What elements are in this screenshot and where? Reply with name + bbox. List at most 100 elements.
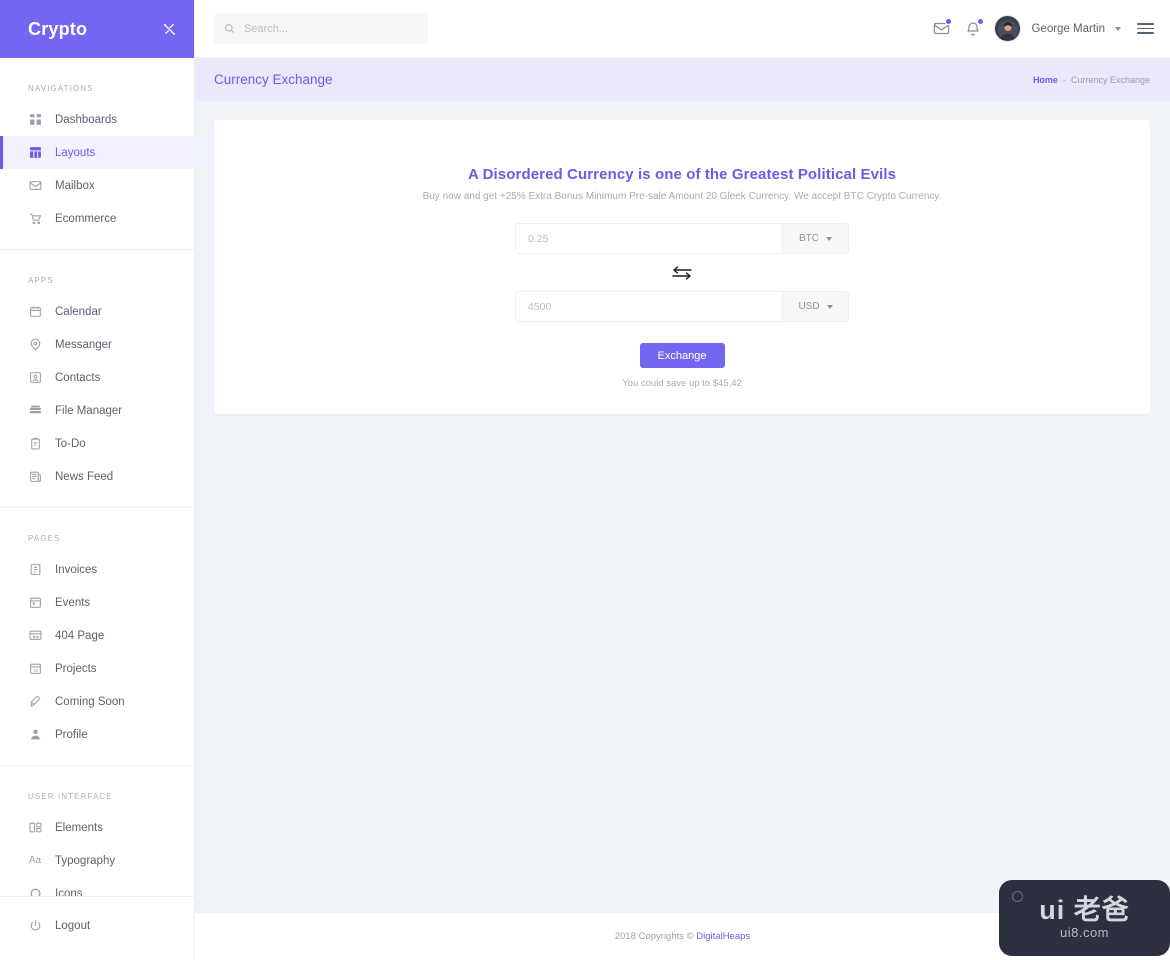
sidebar-item-404-page[interactable]: 404 Page	[0, 619, 194, 652]
sidebar-item-label: Coming Soon	[55, 695, 125, 708]
news-icon	[28, 470, 42, 484]
sidebar-item-calendar[interactable]: Calendar	[0, 295, 194, 328]
sidebar-item-label: Events	[55, 596, 91, 609]
sidebar-brand: Crypto	[0, 0, 194, 58]
sidebar-item-profile[interactable]: Profile	[0, 718, 194, 751]
from-field-row: BTC	[515, 223, 849, 254]
calendar-icon	[28, 305, 42, 319]
avatar[interactable]	[994, 15, 1022, 42]
to-currency-select[interactable]: USD	[782, 292, 848, 321]
cart-icon	[28, 212, 42, 226]
sidebar-item-label: Contacts	[55, 371, 101, 384]
svg-text:15: 15	[33, 668, 38, 673]
sidebar-item-label: Dashboards	[55, 113, 118, 126]
nav-section-navigations-label: NAVIGATIONS	[28, 84, 94, 93]
watermark-sub-text: ui8.com	[1059, 924, 1110, 940]
watermark-main-text: ui 老爸	[1039, 894, 1130, 925]
browser-error-icon	[28, 629, 42, 643]
footer-copyright: 2018 Copyrights ©	[614, 931, 694, 942]
sidebar-item-label: To-Do	[55, 437, 86, 450]
page-title: Currency Exchange	[214, 72, 333, 87]
nav-section-pages-label: PAGES	[28, 534, 61, 543]
typography-aa-icon: Aa	[28, 855, 42, 866]
sidebar-item-invoices[interactable]: Invoices	[0, 553, 194, 586]
main-area: George Martin Currency Exchange Home - C…	[195, 0, 1170, 960]
sidebar-item-dashboards[interactable]: Dashboards	[0, 103, 194, 136]
invoice-icon	[28, 563, 42, 577]
currency-exchange-card: A Disordered Currency is one of the Grea…	[214, 120, 1150, 414]
sidebar-item-label: Profile	[55, 728, 88, 741]
elements-icon	[28, 821, 42, 835]
chevron-down-icon[interactable]	[1115, 26, 1121, 31]
power-icon	[28, 919, 42, 933]
user-icon	[28, 728, 42, 742]
sidebar-item-contacts[interactable]: Contacts	[0, 361, 194, 394]
hamburger-icon[interactable]	[1137, 23, 1154, 34]
sidebar-item-projects[interactable]: 15 Projects	[0, 652, 194, 685]
user-name: George Martin	[1031, 22, 1105, 35]
sidebar-item-label: Invoices	[55, 563, 98, 576]
contact-card-icon	[28, 371, 42, 385]
sidebar-item-events[interactable]: Events	[0, 586, 194, 619]
brand-name: Crypto	[28, 18, 88, 39]
sidebar-item-icons[interactable]: Icons	[0, 877, 194, 896]
sidebar-item-to-do[interactable]: To-Do	[0, 427, 194, 460]
mail-badge	[945, 17, 953, 25]
sidebar-item-news-feed[interactable]: News Feed	[0, 460, 194, 493]
nav-section-user-interface-label: USER INTERFACE	[28, 792, 113, 801]
swap-arrows-icon[interactable]	[671, 265, 693, 281]
app-root: Crypto NAVIGATIONS Dashboards Layouts Ma…	[0, 0, 1170, 960]
clipboard-icon	[28, 437, 42, 451]
card-subheading: Buy now and get +25% Extra Bonus Minimum…	[422, 191, 942, 202]
sidebar-item-label: File Manager	[55, 404, 123, 417]
sidebar-item-elements[interactable]: Elements	[0, 811, 194, 844]
mail-icon[interactable]	[930, 17, 953, 40]
sidebar-item-coming-soon[interactable]: Coming Soon	[0, 685, 194, 718]
bell-icon[interactable]	[962, 17, 985, 40]
sidebar-item-ecommerce[interactable]: Ecommerce	[0, 202, 194, 235]
sidebar-item-mailbox[interactable]: Mailbox	[0, 169, 194, 202]
search-input[interactable]	[244, 22, 418, 35]
footer-link[interactable]: DigitalHeaps	[696, 931, 750, 942]
sidebar-item-label: Ecommerce	[55, 212, 117, 225]
breadcrumb-home[interactable]: Home	[1033, 75, 1058, 85]
sidebar-item-label: Elements	[55, 821, 103, 834]
nav-section-apps-label: APPS	[28, 276, 54, 285]
events-icon	[28, 596, 42, 610]
sidebar-item-label: Projects	[55, 662, 97, 675]
sidebar-item-label: 404 Page	[55, 629, 105, 642]
chevron-down-icon	[826, 236, 832, 241]
rocket-icon	[28, 695, 42, 709]
circle-icon	[28, 887, 42, 896]
sidebar-item-layouts[interactable]: Layouts	[0, 136, 194, 169]
sidebar-item-label: Layouts	[55, 146, 96, 159]
sidebar-item-file-manager[interactable]: File Manager	[0, 394, 194, 427]
sidebar-item-label: Mailbox	[55, 179, 95, 192]
tools-icon[interactable]	[162, 22, 177, 37]
sidebar: Crypto NAVIGATIONS Dashboards Layouts Ma…	[0, 0, 195, 960]
projects-icon: 15	[28, 662, 42, 676]
from-currency-select[interactable]: BTC	[782, 224, 848, 253]
watermark-overlay: ui 老爸 ui8.com	[999, 880, 1170, 956]
sidebar-item-logout[interactable]: Logout	[0, 909, 194, 942]
sidebar-item-label: Messanger	[55, 338, 112, 351]
exchange-form: BTC	[515, 202, 849, 389]
sidebar-logout-section: Logout	[0, 896, 194, 960]
sidebar-item-messanger[interactable]: Messanger	[0, 328, 194, 361]
sidebar-item-typography[interactable]: Aa Typography	[0, 844, 194, 877]
sidebar-item-label: News Feed	[55, 470, 114, 483]
from-amount-input[interactable]	[516, 224, 782, 253]
sidebar-item-label: Calendar	[55, 305, 102, 318]
to-amount-input[interactable]	[516, 292, 782, 321]
from-currency-label: BTC	[799, 233, 819, 244]
sidebar-nav: NAVIGATIONS Dashboards Layouts Mailbox E…	[0, 58, 194, 896]
exchange-button[interactable]: Exchange	[639, 343, 725, 368]
envelope-icon	[28, 179, 42, 193]
sidebar-item-label: Logout	[55, 919, 91, 932]
chat-pin-icon	[28, 338, 42, 352]
to-field-row: USD	[515, 291, 849, 322]
topbar: George Martin	[195, 0, 1170, 58]
search-box[interactable]	[214, 13, 428, 44]
sidebar-item-label: Typography	[55, 854, 116, 867]
content-area: A Disordered Currency is one of the Grea…	[195, 101, 1170, 912]
